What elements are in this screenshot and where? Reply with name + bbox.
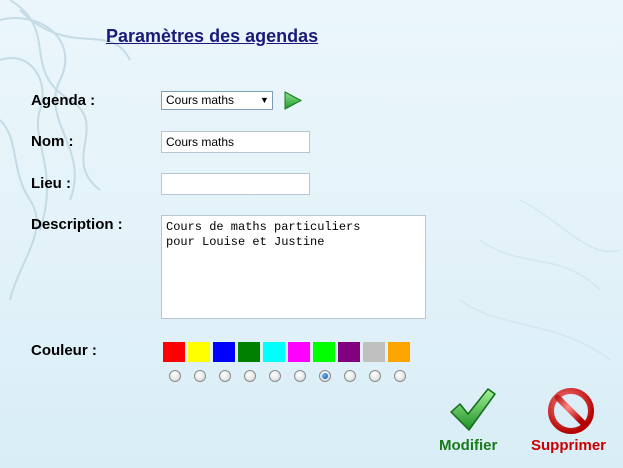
delete-button[interactable]: Supprimer xyxy=(531,437,606,454)
color-swatch[interactable] xyxy=(213,342,235,362)
modify-button[interactable]: Modifier xyxy=(439,437,497,454)
nom-label: Nom : xyxy=(31,133,74,150)
description-label: Description : xyxy=(31,216,123,233)
play-arrow-icon[interactable] xyxy=(283,91,303,110)
color-radio[interactable] xyxy=(194,370,206,382)
description-textarea[interactable]: Cours de maths particuliers pour Louise … xyxy=(161,215,426,319)
chevron-down-icon[interactable]: ▼ xyxy=(257,92,272,109)
forbidden-icon[interactable] xyxy=(548,388,594,434)
color-radio[interactable] xyxy=(369,370,381,382)
color-swatch[interactable] xyxy=(288,342,310,362)
color-swatch[interactable] xyxy=(238,342,260,362)
agenda-label: Agenda : xyxy=(31,92,96,109)
checkmark-icon[interactable] xyxy=(448,386,496,434)
agenda-select-value: Cours maths xyxy=(166,93,235,107)
page-title: Paramètres des agendas xyxy=(106,26,319,46)
color-radio[interactable] xyxy=(169,370,181,382)
lieu-input[interactable] xyxy=(161,173,310,195)
color-swatch[interactable] xyxy=(263,342,285,362)
color-radio[interactable] xyxy=(294,370,306,382)
color-radio[interactable] xyxy=(244,370,256,382)
color-radio[interactable] xyxy=(394,370,406,382)
nom-input[interactable]: Cours maths xyxy=(161,131,310,153)
agenda-select[interactable]: Cours maths ▼ xyxy=(161,91,273,110)
color-swatch[interactable] xyxy=(363,342,385,362)
color-radio[interactable] xyxy=(269,370,281,382)
couleur-label: Couleur : xyxy=(31,342,97,359)
color-radio[interactable] xyxy=(344,370,356,382)
color-swatch[interactable] xyxy=(388,342,410,362)
color-swatch[interactable] xyxy=(338,342,360,362)
color-swatch[interactable] xyxy=(313,342,335,362)
color-swatch[interactable] xyxy=(188,342,210,362)
color-swatch[interactable] xyxy=(163,342,185,362)
lieu-label: Lieu : xyxy=(31,175,71,192)
color-radio[interactable] xyxy=(319,370,331,382)
color-radio[interactable] xyxy=(219,370,231,382)
